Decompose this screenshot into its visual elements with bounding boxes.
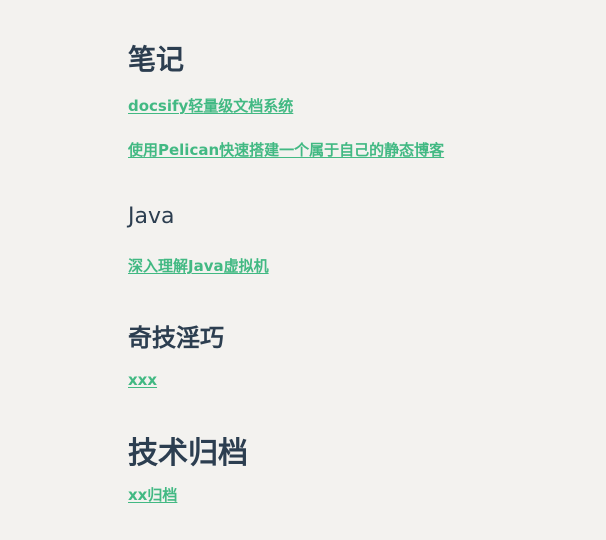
heading-notes: 笔记 [128,43,185,76]
link-xx-archive[interactable]: xx归档 [128,484,177,505]
link-jvm[interactable]: 深入理解Java虚拟机 [128,255,269,276]
heading-archive: 技术归档 [128,436,248,471]
link-xxx[interactable]: xxx [128,371,157,389]
markdown-content: 笔记 docsify轻量级文档系统 使用Pelican快速搭建一个属于自己的静态… [0,0,606,540]
link-pelican-blog[interactable]: 使用Pelican快速搭建一个属于自己的静态博客 [128,139,444,160]
heading-tricks: 奇技淫巧 [128,324,224,352]
link-docsify[interactable]: docsify轻量级文档系统 [128,95,293,116]
heading-java: Java [128,204,175,229]
